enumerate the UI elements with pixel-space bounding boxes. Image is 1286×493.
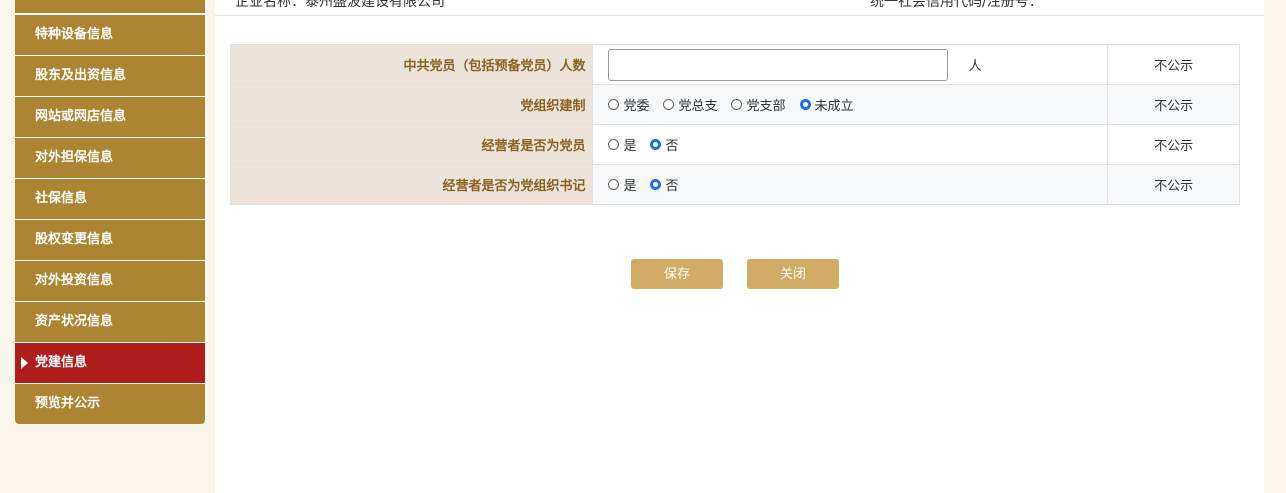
- credit-code-label: 统一社会信用代码/注册号：: [870, 0, 1043, 10]
- sidebar-item-assets[interactable]: 资产状况信息: [15, 302, 205, 342]
- sidebar-item-preview-publish[interactable]: 预览并公示: [15, 384, 205, 424]
- sidebar-item-label: 网站或网店信息: [35, 109, 127, 124]
- field-label: 经营者是否为党员: [229, 124, 594, 165]
- sidebar-item-party-building[interactable]: 党建信息: [15, 343, 205, 383]
- sidebar-item-label: 股权变更信息: [35, 232, 114, 247]
- sidebar-item-label: 股东及出资信息: [35, 68, 127, 83]
- field-cell: 是 否: [592, 124, 1109, 165]
- radio-button[interactable]: [608, 179, 620, 190]
- sidebar-item-social-insurance[interactable]: 社保信息: [15, 179, 205, 219]
- radio-label: 党总支: [678, 99, 718, 114]
- close-button[interactable]: 关闭: [747, 259, 839, 289]
- sidebar-item-label: 特种设备信息: [35, 27, 114, 42]
- radio-button[interactable]: [731, 99, 743, 110]
- sidebar-item-label: 党建信息: [35, 355, 88, 370]
- party-org-radio-group: 党委 党总支 党支部 未成立: [608, 95, 867, 114]
- sidebar-item-investments[interactable]: 对外投资信息: [15, 261, 205, 301]
- radio-option-branch[interactable]: 党支部: [731, 95, 786, 114]
- form-row-operator-secretary: 经营者是否为党组织书记 是 否 不公示: [229, 164, 1240, 205]
- form-row-operator-member: 经营者是否为党员 是 否 不公示: [229, 124, 1240, 165]
- public-status: 不公示: [1107, 44, 1240, 85]
- sidebar-item-shareholders[interactable]: 股东及出资信息: [15, 56, 205, 96]
- radio-label: 是: [623, 139, 637, 154]
- field-cell: 党委 党总支 党支部 未成立: [592, 84, 1109, 125]
- sidebar-item-label: 对外担保信息: [35, 150, 114, 165]
- main-panel: 企业名称：泰州盛波建设有限公司 统一社会信用代码/注册号： 中共党员（包括预备党…: [215, 0, 1264, 493]
- form-row-party-members: 中共党员（包括预备党员）人数 人 不公示: [229, 44, 1240, 85]
- radio-option-committee[interactable]: 党委: [608, 95, 649, 114]
- company-name-label: 企业名称：泰州盛波建设有限公司: [235, 0, 445, 10]
- party-building-form: 中共党员（包括预备党员）人数 人 不公示 党组织建制 党委 党总支 党支部 未成…: [229, 44, 1240, 205]
- field-cell: 是 否: [592, 164, 1109, 205]
- radio-label: 未成立: [814, 99, 854, 114]
- radio-label: 党委: [623, 99, 650, 114]
- radio-option-yes[interactable]: 是: [608, 175, 636, 194]
- sidebar-item-top[interactable]: [15, 0, 205, 13]
- public-status: 不公示: [1107, 164, 1240, 205]
- radio-label: 否: [665, 139, 679, 154]
- radio-button[interactable]: [608, 99, 620, 110]
- sidebar-item-special-equipment[interactable]: 特种设备信息: [15, 15, 205, 55]
- save-button[interactable]: 保存: [631, 259, 723, 289]
- sidebar-item-label: 预览并公示: [35, 396, 101, 411]
- radio-option-yes[interactable]: 是: [608, 135, 636, 154]
- field-label: 中共党员（包括预备党员）人数: [229, 44, 594, 85]
- sidebar-item-label: 社保信息: [35, 191, 88, 206]
- form-row-party-org: 党组织建制 党委 党总支 党支部 未成立 不公示: [229, 84, 1240, 125]
- field-label: 党组织建制: [229, 84, 594, 125]
- radio-button-checked[interactable]: [799, 99, 811, 110]
- sidebar: 特种设备信息 股东及出资信息 网站或网店信息 对外担保信息 社保信息 股权变更信…: [15, 0, 205, 424]
- radio-button[interactable]: [608, 139, 620, 150]
- sidebar-item-label: 对外投资信息: [35, 273, 114, 288]
- header-bar: 企业名称：泰州盛波建设有限公司 统一社会信用代码/注册号：: [215, 0, 1264, 16]
- field-label: 经营者是否为党组织书记: [229, 164, 594, 205]
- radio-option-not-established[interactable]: 未成立: [799, 95, 854, 114]
- sidebar-item-equity-changes[interactable]: 股权变更信息: [15, 220, 205, 260]
- caret-right-icon: [21, 357, 28, 369]
- operator-secretary-radio-group: 是 否: [608, 175, 692, 194]
- radio-button[interactable]: [663, 99, 675, 110]
- operator-member-radio-group: 是 否: [608, 135, 692, 154]
- field-cell: 人: [592, 44, 1109, 85]
- radio-button-checked[interactable]: [650, 139, 662, 150]
- party-member-count-input[interactable]: [608, 48, 949, 81]
- radio-option-no[interactable]: 否: [650, 175, 678, 194]
- radio-option-general-branch[interactable]: 党总支: [663, 95, 717, 114]
- radio-label: 党支部: [746, 99, 786, 114]
- unit-label: 人: [968, 59, 982, 74]
- public-status: 不公示: [1107, 84, 1240, 125]
- radio-option-no[interactable]: 否: [650, 135, 678, 154]
- radio-label: 否: [665, 179, 679, 194]
- radio-button-checked[interactable]: [650, 179, 662, 190]
- sidebar-item-guarantees[interactable]: 对外担保信息: [15, 138, 205, 178]
- public-status: 不公示: [1107, 124, 1240, 165]
- sidebar-item-websites[interactable]: 网站或网店信息: [15, 97, 205, 137]
- sidebar-item-label: 资产状况信息: [35, 314, 114, 329]
- radio-label: 是: [623, 179, 637, 194]
